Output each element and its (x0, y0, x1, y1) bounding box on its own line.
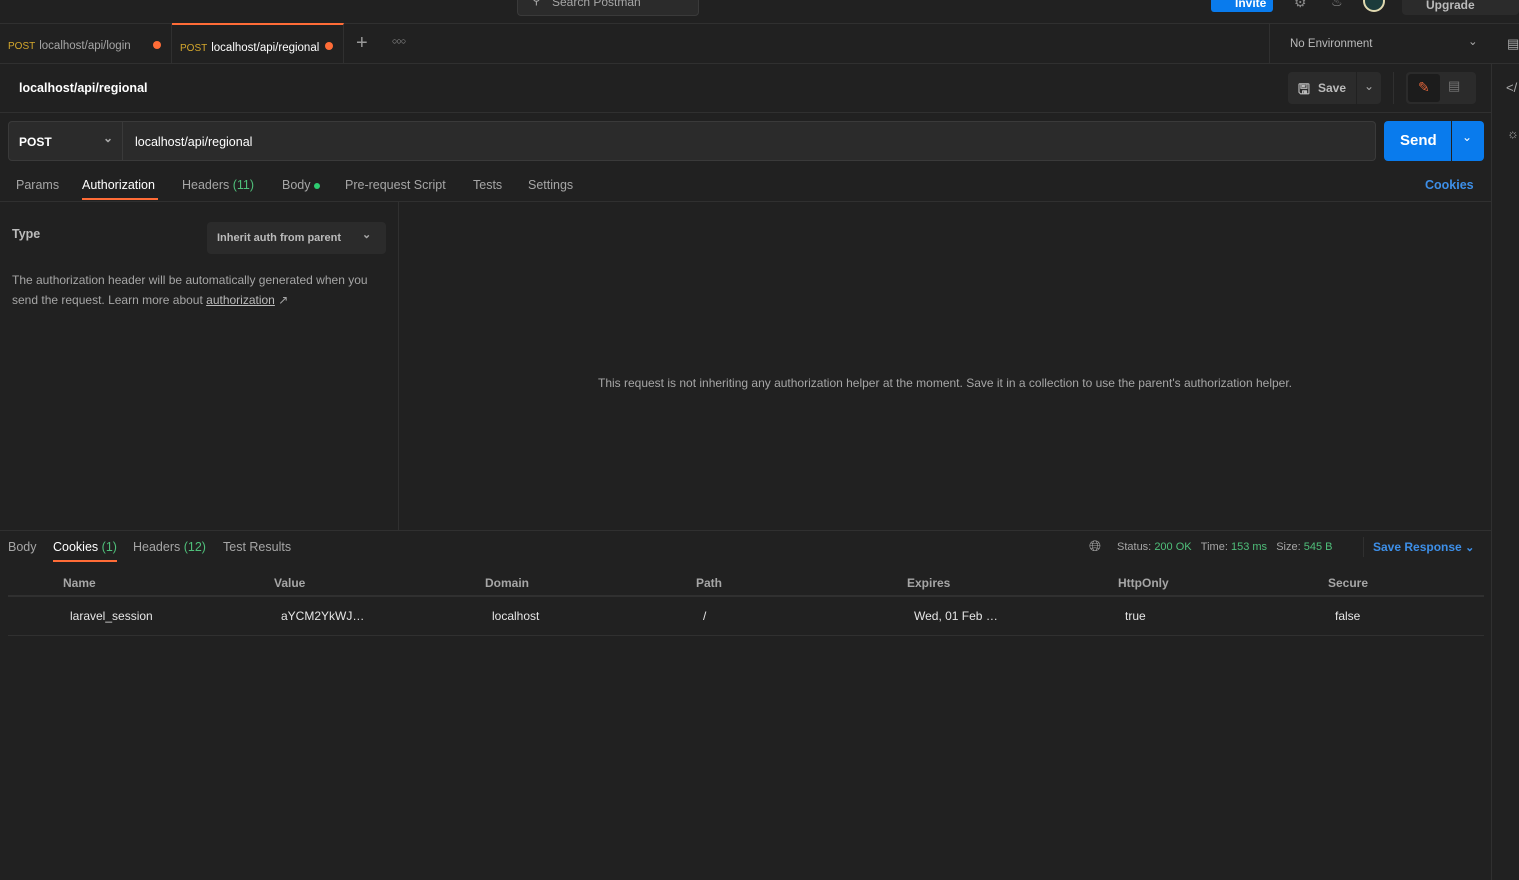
search-placeholder: Search Postman (552, 0, 641, 9)
time-value[interactable]: 153 ms (1231, 541, 1267, 553)
authorization-link[interactable]: authorization (206, 293, 275, 307)
save-label: Save (1318, 81, 1347, 95)
column-header-secure: Secure (1328, 576, 1369, 590)
column-header-name: Name (63, 576, 96, 590)
save-icon: 🖫 (1298, 81, 1310, 97)
environment-selector[interactable]: No Environment ⌄ (1270, 24, 1491, 63)
tab-label: Headers (182, 178, 230, 192)
auth-description: The authorization header will be automat… (12, 270, 387, 310)
method-select[interactable]: POST ⌄ (8, 121, 123, 161)
tab-url: localhost/api/login (39, 40, 131, 52)
status-value[interactable]: 200 OK (1154, 541, 1191, 553)
headers-count: (12) (183, 540, 206, 554)
tab-label: Body (282, 178, 311, 192)
send-button[interactable]: Send (1384, 121, 1451, 161)
search-box[interactable]: ⚲ Search Postman (517, 0, 699, 16)
column-header-value: Value (274, 576, 306, 590)
headers-count: (11) (232, 178, 255, 192)
invite-button[interactable]: Invite (1211, 0, 1273, 12)
more-tabs-icon[interactable]: ○○○ (392, 36, 406, 46)
unsaved-dot (153, 41, 161, 49)
column-header-domain: Domain (485, 576, 530, 590)
column-header-path: Path (696, 576, 723, 590)
cookie-value: aYCM2YkWJ… (281, 609, 365, 623)
request-title: localhost/api/regional (19, 81, 148, 95)
auth-type-label: Type (12, 227, 41, 241)
cookie-path: / (703, 609, 707, 623)
avatar[interactable] (1363, 0, 1385, 12)
cookie-httponly: true (1125, 609, 1146, 623)
new-tab-icon[interactable]: + (356, 32, 368, 55)
response-tab-test-results[interactable]: Test Results (223, 540, 291, 554)
bell-icon[interactable]: ♨ (1331, 0, 1343, 10)
cookies-count: (1) (101, 540, 117, 554)
tab-label: Headers (133, 540, 181, 554)
time-label: Time: (1200, 541, 1228, 553)
environment-label: No Environment (1290, 38, 1373, 50)
cookie-name: laravel_session (70, 609, 153, 623)
auth-type-value: Inherit auth from parent (217, 232, 342, 244)
cookie-domain: localhost (492, 609, 540, 623)
save-options-button[interactable]: ⌄ (1357, 72, 1381, 104)
tab-settings[interactable]: Settings (528, 178, 573, 192)
column-header-httponly: HttpOnly (1118, 576, 1169, 590)
save-response-button[interactable]: Save Response ⌄ (1373, 540, 1474, 554)
tab-label: Cookies (53, 540, 99, 554)
external-link-icon: ↗ (278, 293, 289, 307)
chevron-down-icon: ⌄ (1465, 542, 1475, 554)
save-response-label: Save Response (1373, 540, 1462, 554)
view-toggle: ✎ ▤ (1406, 72, 1476, 104)
chevron-down-icon: ⌄ (1468, 36, 1478, 48)
response-tab-body[interactable]: Body (8, 540, 37, 554)
column-header-expires: Expires (907, 576, 951, 590)
search-icon: ⚲ (532, 0, 541, 7)
chevron-down-icon: ⌄ (362, 229, 372, 241)
tab-method: POST (180, 43, 208, 54)
settings-icon[interactable]: ⚙ (1294, 0, 1307, 11)
response-tab-cookies[interactable]: Cookies (1) (53, 540, 117, 554)
tab-body[interactable]: Body (282, 178, 320, 192)
cookie-secure: false (1335, 609, 1361, 623)
save-button[interactable]: 🖫 Save (1288, 72, 1356, 104)
upgrade-button[interactable]: Upgrade (1402, 0, 1519, 15)
comments-icon[interactable]: ▤ (1448, 78, 1460, 94)
tab-method: POST (8, 41, 36, 52)
tab-params[interactable]: Params (16, 178, 59, 192)
tab-tests[interactable]: Tests (473, 178, 502, 192)
size-label: Size: (1276, 541, 1301, 553)
lightbulb-icon[interactable]: ☼ (1507, 126, 1519, 141)
url-input[interactable]: localhost/api/regional (123, 121, 1376, 161)
auth-description-text: The authorization header will be automat… (12, 273, 368, 307)
unsaved-dot (325, 42, 333, 50)
response-meta: Status: 200 OK Time: 153 ms Size: 545 B (1117, 541, 1332, 553)
auth-type-select[interactable]: Inherit auth from parent ⌄ (207, 222, 386, 254)
response-tab-headers[interactable]: Headers (12) (133, 540, 206, 554)
auth-helper-message: This request is not inheriting any autho… (597, 376, 1293, 390)
tab-regional[interactable]: POST localhost/api/regional (172, 23, 344, 64)
tab-login[interactable]: POST localhost/api/login (0, 24, 172, 63)
cookie-expires: Wed, 01 Feb … (914, 609, 998, 623)
send-options-button[interactable]: ⌄ (1452, 121, 1484, 161)
tab-url: localhost/api/regional (211, 42, 320, 54)
globe-icon[interactable]: 🌐︎ (1089, 538, 1101, 555)
status-label: Status: (1117, 541, 1152, 553)
method-label: POST (19, 135, 52, 149)
environment-quick-look-icon[interactable]: ▤ (1507, 36, 1519, 52)
tab-authorization[interactable]: Authorization (82, 178, 155, 192)
cookies-link[interactable]: Cookies (1425, 178, 1474, 192)
tab-pre-request-script[interactable]: Pre-request Script (345, 178, 446, 192)
body-indicator-dot (313, 182, 320, 189)
edit-icon[interactable]: ✎ (1408, 74, 1440, 102)
chevron-down-icon: ⌄ (103, 131, 114, 145)
size-value[interactable]: 545 B (1304, 541, 1333, 553)
code-icon[interactable]: </ (1506, 80, 1517, 95)
tab-headers[interactable]: Headers (11) (182, 178, 254, 192)
